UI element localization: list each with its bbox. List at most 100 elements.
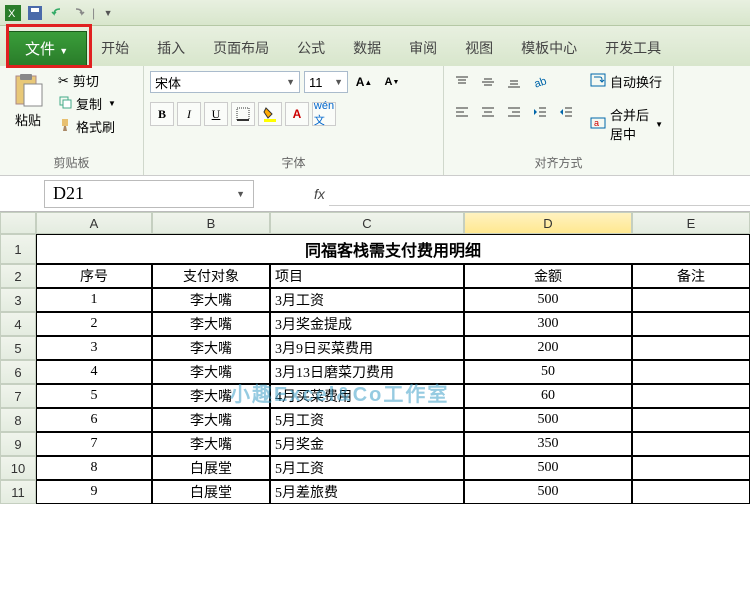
data-cell[interactable]: 50 xyxy=(464,360,632,384)
data-cell[interactable] xyxy=(632,360,750,384)
data-cell[interactable]: 白展堂 xyxy=(152,456,270,480)
wrap-text-button[interactable]: 自动换行 xyxy=(586,70,667,93)
data-cell[interactable]: 3月工资 xyxy=(270,288,464,312)
decrease-indent-icon[interactable] xyxy=(528,100,552,124)
save-icon[interactable] xyxy=(26,4,44,22)
qat-dropdown-icon[interactable]: ▼ xyxy=(99,4,117,22)
data-cell[interactable]: 5月工资 xyxy=(270,456,464,480)
header-cell[interactable]: 序号 xyxy=(36,264,152,288)
align-center-icon[interactable] xyxy=(476,100,500,124)
data-cell[interactable]: 李大嘴 xyxy=(152,336,270,360)
header-cell[interactable]: 备注 xyxy=(632,264,750,288)
bold-button[interactable]: B xyxy=(150,102,174,126)
data-cell[interactable]: 9 xyxy=(36,480,152,504)
font-color-button[interactable]: A xyxy=(285,102,309,126)
data-cell[interactable]: 300 xyxy=(464,312,632,336)
copy-button[interactable]: 复制▼ xyxy=(56,93,118,114)
align-top-icon[interactable] xyxy=(450,70,474,94)
data-cell[interactable]: 李大嘴 xyxy=(152,360,270,384)
shrink-font-icon[interactable]: A▼ xyxy=(380,70,404,94)
data-cell[interactable]: 李大嘴 xyxy=(152,408,270,432)
rowhead[interactable]: 8 xyxy=(0,408,36,432)
rowhead[interactable]: 10 xyxy=(0,456,36,480)
underline-button[interactable]: U xyxy=(204,102,228,126)
increase-indent-icon[interactable] xyxy=(554,100,578,124)
data-cell[interactable]: 350 xyxy=(464,432,632,456)
colhead-b[interactable]: B xyxy=(152,212,270,234)
data-cell[interactable] xyxy=(632,456,750,480)
header-cell[interactable]: 项目 xyxy=(270,264,464,288)
undo-icon[interactable] xyxy=(48,4,66,22)
data-cell[interactable]: 3 xyxy=(36,336,152,360)
rowhead[interactable]: 1 xyxy=(0,234,36,264)
rowhead[interactable]: 5 xyxy=(0,336,36,360)
border-button[interactable] xyxy=(231,102,255,126)
cut-button[interactable]: ✂剪切 xyxy=(56,70,118,91)
data-cell[interactable]: 1 xyxy=(36,288,152,312)
data-cell[interactable]: 500 xyxy=(464,288,632,312)
data-cell[interactable] xyxy=(632,312,750,336)
font-name-combo[interactable]: 宋体▼ xyxy=(150,71,300,93)
tab-template[interactable]: 模板中心 xyxy=(507,30,591,66)
tab-insert[interactable]: 插入 xyxy=(143,30,199,66)
formula-input[interactable] xyxy=(329,182,750,206)
data-cell[interactable]: 3月9日买菜费用 xyxy=(270,336,464,360)
data-cell[interactable]: 3月奖金提成 xyxy=(270,312,464,336)
colhead-a[interactable]: A xyxy=(36,212,152,234)
redo-icon[interactable] xyxy=(70,4,88,22)
rowhead[interactable]: 6 xyxy=(0,360,36,384)
data-cell[interactable]: 6 xyxy=(36,408,152,432)
tab-formulas[interactable]: 公式 xyxy=(283,30,339,66)
data-cell[interactable] xyxy=(632,408,750,432)
tab-page-layout[interactable]: 页面布局 xyxy=(199,30,283,66)
data-cell[interactable]: 4月买菜费用 xyxy=(270,384,464,408)
tab-home[interactable]: 开始 xyxy=(87,30,143,66)
file-tab[interactable]: 文件 ▼ xyxy=(6,31,87,66)
merge-center-button[interactable]: a合并后居中▼ xyxy=(586,103,667,145)
grow-font-icon[interactable]: A▲ xyxy=(352,70,376,94)
phonetic-button[interactable]: wén文 xyxy=(312,102,336,126)
tab-review[interactable]: 审阅 xyxy=(395,30,451,66)
header-cell[interactable]: 金额 xyxy=(464,264,632,288)
data-cell[interactable]: 5月差旅费 xyxy=(270,480,464,504)
data-cell[interactable]: 李大嘴 xyxy=(152,432,270,456)
colhead-e[interactable]: E xyxy=(632,212,750,234)
data-cell[interactable]: 李大嘴 xyxy=(152,384,270,408)
data-cell[interactable]: 李大嘴 xyxy=(152,312,270,336)
data-cell[interactable]: 500 xyxy=(464,480,632,504)
data-cell[interactable]: 2 xyxy=(36,312,152,336)
align-middle-icon[interactable] xyxy=(476,70,500,94)
format-painter-button[interactable]: 格式刷 xyxy=(56,116,118,137)
name-box[interactable]: D21▼ xyxy=(44,180,254,208)
fill-color-button[interactable] xyxy=(258,102,282,126)
rowhead[interactable]: 4 xyxy=(0,312,36,336)
data-cell[interactable] xyxy=(632,288,750,312)
italic-button[interactable]: I xyxy=(177,102,201,126)
data-cell[interactable]: 500 xyxy=(464,456,632,480)
data-cell[interactable]: 4 xyxy=(36,360,152,384)
colhead-d[interactable]: D xyxy=(464,212,632,234)
paste-icon[interactable] xyxy=(10,72,46,108)
data-cell[interactable]: 7 xyxy=(36,432,152,456)
data-cell[interactable]: 白展堂 xyxy=(152,480,270,504)
font-size-combo[interactable]: 11▼ xyxy=(304,71,348,93)
fx-icon[interactable]: fx xyxy=(314,186,325,202)
orientation-icon[interactable]: ab xyxy=(528,70,552,94)
rowhead[interactable]: 11 xyxy=(0,480,36,504)
header-cell[interactable]: 支付对象 xyxy=(152,264,270,288)
data-cell[interactable]: 200 xyxy=(464,336,632,360)
data-cell[interactable]: 李大嘴 xyxy=(152,288,270,312)
align-right-icon[interactable] xyxy=(502,100,526,124)
data-cell[interactable]: 5 xyxy=(36,384,152,408)
tab-developer[interactable]: 开发工具 xyxy=(591,30,675,66)
tab-data[interactable]: 数据 xyxy=(339,30,395,66)
select-all-corner[interactable] xyxy=(0,212,36,234)
rowhead[interactable]: 7 xyxy=(0,384,36,408)
data-cell[interactable]: 500 xyxy=(464,408,632,432)
align-bottom-icon[interactable] xyxy=(502,70,526,94)
align-left-icon[interactable] xyxy=(450,100,474,124)
title-cell[interactable]: 同福客栈需支付费用明细 xyxy=(36,234,750,264)
paste-label[interactable]: 粘贴 xyxy=(15,110,41,129)
rowhead[interactable]: 3 xyxy=(0,288,36,312)
colhead-c[interactable]: C xyxy=(270,212,464,234)
